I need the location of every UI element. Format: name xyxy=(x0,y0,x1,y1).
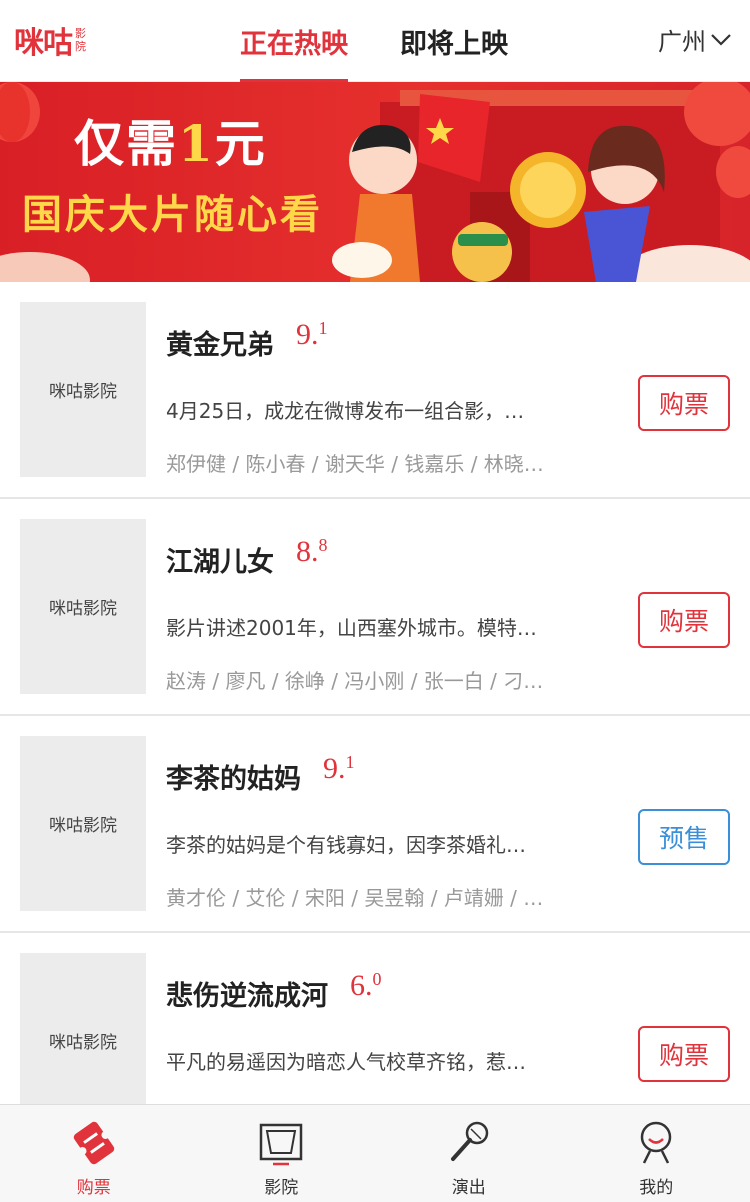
buy-ticket-button[interactable]: 购票 xyxy=(638,592,730,648)
movie-score: 9.1 xyxy=(296,318,328,351)
movie-item[interactable]: 咪咕影院 李茶的姑妈 9.1 李茶的姑妈是个有钱寡妇，因李茶婚礼… 黄才伦 / … xyxy=(0,716,750,933)
nav-profile[interactable]: 我的 xyxy=(563,1105,750,1202)
banner-headline: 仅需1元 xyxy=(74,114,267,173)
logo-text: 咪咕 xyxy=(14,26,73,61)
movie-poster[interactable]: 咪咕影院 xyxy=(20,519,146,694)
movie-score: 8.8 xyxy=(296,535,328,568)
nav-tickets[interactable]: 购票 xyxy=(0,1105,188,1202)
city-label: 广州 xyxy=(658,28,706,56)
top-header: 咪咕 影 院 正在热映 即将上映 广州 xyxy=(0,0,750,82)
movie-description: 平凡的易遥因为暗恋人气校草齐铭，惹… xyxy=(166,1050,526,1074)
bottom-nav: 购票 影院 演出 我的 xyxy=(0,1104,750,1202)
movie-cast: 赵涛 / 廖凡 / 徐峥 / 冯小刚 / 张一白 / 刁… xyxy=(166,669,544,693)
movie-item[interactable]: 咪咕影院 黄金兄弟 9.1 4月25日，成龙在微博发布一组合影，… 郑伊健 / … xyxy=(0,282,750,499)
movie-poster[interactable]: 咪咕影院 xyxy=(20,953,146,1128)
movie-title-row: 黄金兄弟 9.1 xyxy=(166,318,328,362)
movie-description: 影片讲述2001年，山西塞外城市。模特… xyxy=(166,616,537,640)
movie-title[interactable]: 李茶的姑妈 xyxy=(166,757,301,796)
nav-label: 影院 xyxy=(264,1178,299,1198)
nav-label: 演出 xyxy=(451,1178,486,1198)
movie-score: 9.1 xyxy=(323,752,355,785)
movie-title-row: 江湖儿女 8.8 xyxy=(166,535,328,579)
banner-subheadline: 国庆大片随心看 xyxy=(22,191,323,238)
movie-title[interactable]: 黄金兄弟 xyxy=(166,323,274,362)
chevron-down-icon xyxy=(711,33,731,46)
movie-cast: 黄才伦 / 艾伦 / 宋阳 / 吴昱翰 / 卢靖姗 / … xyxy=(166,886,544,910)
microphone-icon xyxy=(450,1121,488,1161)
movie-title-row: 悲伤逆流成河 6.0 xyxy=(166,969,382,1013)
movie-poster[interactable]: 咪咕影院 xyxy=(20,736,146,911)
buy-ticket-button[interactable]: 购票 xyxy=(638,375,730,431)
movie-description: 4月25日，成龙在微博发布一组合影，… xyxy=(166,399,525,423)
user-icon xyxy=(641,1121,672,1164)
tab-coming-soon[interactable]: 即将上映 xyxy=(400,0,508,82)
tab-now-showing[interactable]: 正在热映 xyxy=(240,0,348,82)
movie-score: 6.0 xyxy=(350,969,382,1002)
logo-subtext: 影 院 xyxy=(75,27,86,53)
movie-cast: 郑伊健 / 陈小春 / 谢天华 / 钱嘉乐 / 林晓… xyxy=(166,452,544,476)
city-selector[interactable]: 广州 xyxy=(658,22,732,57)
nav-shows[interactable]: 演出 xyxy=(375,1105,563,1202)
cinema-screen-icon xyxy=(260,1123,303,1166)
nav-label: 我的 xyxy=(639,1178,674,1198)
promo-banner[interactable]: 仅需1元 国庆大片随心看 xyxy=(0,82,750,282)
movie-description: 李茶的姑妈是个有钱寡妇，因李茶婚礼… xyxy=(166,833,526,857)
movie-poster[interactable]: 咪咕影院 xyxy=(20,302,146,477)
migu-logo[interactable]: 咪咕 影 院 xyxy=(14,20,86,61)
nav-cinemas[interactable]: 影院 xyxy=(188,1105,376,1202)
movie-title[interactable]: 江湖儿女 xyxy=(166,540,274,579)
movie-title[interactable]: 悲伤逆流成河 xyxy=(166,974,328,1013)
movie-list: 咪咕影院 黄金兄弟 9.1 4月25日，成龙在微博发布一组合影，… 郑伊健 / … xyxy=(0,282,750,1150)
presale-button[interactable]: 预售 xyxy=(638,809,730,865)
nav-label: 购票 xyxy=(76,1178,111,1198)
ticket-icon xyxy=(73,1121,114,1165)
buy-ticket-button[interactable]: 购票 xyxy=(638,1026,730,1082)
movie-item[interactable]: 咪咕影院 江湖儿女 8.8 影片讲述2001年，山西塞外城市。模特… 赵涛 / … xyxy=(0,499,750,716)
movie-title-row: 李茶的姑妈 9.1 xyxy=(166,752,355,796)
